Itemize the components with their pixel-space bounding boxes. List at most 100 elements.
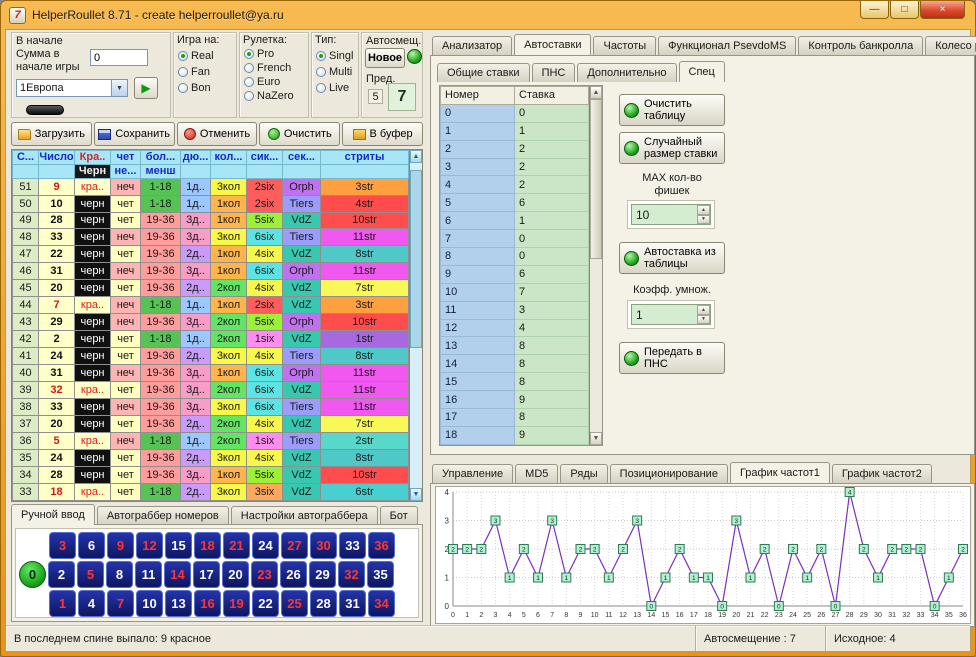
sub-tabs-item-1[interactable]: ПНС bbox=[532, 63, 576, 82]
scroll-thumb[interactable] bbox=[590, 99, 602, 259]
numpad-cell-6[interactable]: 6 bbox=[78, 532, 105, 559]
spin-row[interactable]: 365кра..неч1-181д..2кол1sixTiers2str bbox=[13, 433, 409, 450]
spin-table-scrollbar[interactable]: ▲ ▼ bbox=[409, 150, 422, 501]
sub-tabs-item-2[interactable]: Дополнительно bbox=[577, 63, 676, 82]
numpad-cell-20[interactable]: 20 bbox=[222, 561, 249, 588]
radio-option[interactable]: Real bbox=[178, 50, 236, 62]
transfer-to-pns-button[interactable]: Передать в ПНС bbox=[619, 342, 725, 374]
radio-option[interactable]: Euro bbox=[244, 76, 308, 88]
bets-row[interactable]: 70 bbox=[441, 230, 589, 248]
bets-row[interactable]: 158 bbox=[441, 373, 589, 391]
radio-option[interactable]: Live bbox=[316, 82, 358, 94]
sub-tabs-item-3[interactable]: Спец bbox=[679, 61, 725, 82]
bets-table-scrollbar[interactable]: ▲ ▼ bbox=[589, 86, 602, 445]
spin-row[interactable]: 519кра..неч1-181д..3кол2sixOrph3str bbox=[13, 178, 409, 195]
numpad-cell-30[interactable]: 30 bbox=[310, 532, 337, 559]
random-stake-button[interactable]: Случайный размер ставки bbox=[619, 132, 725, 164]
toolbar-clipboard-button[interactable]: В буфер bbox=[342, 122, 423, 146]
numpad-cell-12[interactable]: 12 bbox=[136, 532, 163, 559]
radio-option[interactable]: French bbox=[244, 62, 308, 74]
spin-up-icon[interactable]: ▲ bbox=[697, 305, 710, 315]
spin-row[interactable]: 4031черннеч19-363д..1кол6sixOrph11str bbox=[13, 365, 409, 382]
toolbar-undo-button[interactable]: Отменить bbox=[177, 122, 258, 146]
numpad-cell-25[interactable]: 25 bbox=[281, 590, 308, 617]
numpad-cell-11[interactable]: 11 bbox=[135, 561, 162, 588]
numpad-cell-32[interactable]: 32 bbox=[338, 561, 365, 588]
numpad-cell-8[interactable]: 8 bbox=[106, 561, 133, 588]
main-tabs-item-2[interactable]: Частоты bbox=[593, 36, 656, 55]
spin-row[interactable]: 3932кра..чет19-363д..2кол6sixVdZ11str bbox=[13, 382, 409, 399]
scroll-down-icon[interactable]: ▼ bbox=[590, 432, 602, 445]
autoshift-icon[interactable] bbox=[407, 49, 422, 64]
bets-row[interactable]: 113 bbox=[441, 301, 589, 319]
game-select[interactable]: 1Европа ▼ bbox=[16, 79, 128, 97]
bets-row[interactable]: 148 bbox=[441, 355, 589, 373]
numpad-cell-9[interactable]: 9 bbox=[107, 532, 134, 559]
numpad-cell-3[interactable]: 3 bbox=[49, 532, 76, 559]
toolbar-save-button[interactable]: Сохранить bbox=[94, 122, 175, 146]
bets-row[interactable]: 42 bbox=[441, 176, 589, 194]
toolbar-clear-button[interactable]: Очистить bbox=[259, 122, 340, 146]
spin-row[interactable]: 3524чернчет19-362д..3кол4sixVdZ8str bbox=[13, 450, 409, 467]
scroll-track[interactable] bbox=[410, 163, 422, 488]
radio-option[interactable]: Singl bbox=[316, 50, 358, 62]
spin-up-icon[interactable]: ▲ bbox=[697, 205, 710, 215]
bets-row[interactable]: 178 bbox=[441, 409, 589, 427]
chart-tabs-item-3[interactable]: Позиционирование bbox=[610, 464, 728, 483]
numpad-cell-36[interactable]: 36 bbox=[368, 532, 395, 559]
chevron-down-icon[interactable]: ▼ bbox=[111, 80, 127, 96]
chart-tabs-item-5[interactable]: График частот2 bbox=[832, 464, 932, 483]
numpad-cell-26[interactable]: 26 bbox=[280, 561, 307, 588]
spin-row[interactable]: 3318кра..чет1-182д..3кол3sixVdZ6str bbox=[13, 484, 409, 501]
chart-tabs-item-0[interactable]: Управление bbox=[432, 464, 513, 483]
autobet-from-table-button[interactable]: Автоставка из таблицы bbox=[619, 242, 725, 274]
bets-row[interactable]: 138 bbox=[441, 337, 589, 355]
main-tabs-item-0[interactable]: Анализатор bbox=[432, 36, 512, 55]
numpad-cell-23[interactable]: 23 bbox=[251, 561, 278, 588]
bets-row[interactable]: 56 bbox=[441, 194, 589, 212]
spin-row[interactable]: 3428чернчет19-363д..1кол5sixVdZ10str bbox=[13, 467, 409, 484]
numpad-cell-16[interactable]: 16 bbox=[194, 590, 221, 617]
numpad-cell-35[interactable]: 35 bbox=[367, 561, 394, 588]
toolbar-open-folder-button[interactable]: Загрузить bbox=[11, 122, 92, 146]
left-tabs-item-2[interactable]: Настройки автограббера bbox=[231, 506, 378, 525]
bets-row[interactable]: 80 bbox=[441, 248, 589, 266]
new-button[interactable]: Новое bbox=[365, 48, 405, 68]
left-tabs-item-3[interactable]: Бот bbox=[380, 506, 418, 525]
scroll-up-icon[interactable]: ▲ bbox=[590, 86, 602, 99]
numpad-cell-19[interactable]: 19 bbox=[223, 590, 250, 617]
spin-row[interactable]: 5010чернчет1-181д..1кол2sixTiers4str bbox=[13, 195, 409, 212]
start-sum-input[interactable] bbox=[90, 49, 148, 66]
spin-row[interactable]: 4520чернчет19-362д..2кол4sixVdZ7str bbox=[13, 280, 409, 297]
radio-option[interactable]: NaZero bbox=[244, 90, 308, 102]
spin-row[interactable]: 3833черннеч19-363д..3кол6sixTiers11str bbox=[13, 399, 409, 416]
bets-row[interactable]: 169 bbox=[441, 391, 589, 409]
numpad-cell-0[interactable]: 0 bbox=[19, 561, 46, 588]
main-tabs-item-5[interactable]: Колесо ру bbox=[925, 36, 976, 55]
spin-row[interactable]: 4928чернчет19-363д..1кол5sixVdZ10str bbox=[13, 212, 409, 229]
numpad-cell-4[interactable]: 4 bbox=[78, 590, 105, 617]
chart-tabs-item-2[interactable]: Ряды bbox=[560, 464, 607, 483]
numpad-cell-22[interactable]: 22 bbox=[252, 590, 279, 617]
bets-row[interactable]: 96 bbox=[441, 265, 589, 283]
bets-row[interactable]: 189 bbox=[441, 426, 589, 444]
sub-tabs-item-0[interactable]: Общие ставки bbox=[437, 63, 530, 82]
numpad-cell-18[interactable]: 18 bbox=[194, 532, 221, 559]
spin-row[interactable]: 4329черннеч19-363д..2кол5sixOrph10str bbox=[13, 314, 409, 331]
chart-tabs-item-4[interactable]: График частот1 bbox=[730, 462, 830, 483]
numpad-cell-34[interactable]: 34 bbox=[368, 590, 395, 617]
main-tabs-item-1[interactable]: Автоставки bbox=[514, 34, 591, 55]
chart-tabs-item-1[interactable]: MD5 bbox=[515, 464, 558, 483]
radio-option[interactable]: Bon bbox=[178, 82, 236, 94]
max-chips-spinner[interactable]: 10 ▲ ▼ bbox=[631, 204, 711, 225]
left-tabs-item-1[interactable]: Автограббер номеров bbox=[97, 506, 229, 525]
numpad-cell-15[interactable]: 15 bbox=[165, 532, 192, 559]
collapsed-pill-button[interactable] bbox=[26, 105, 64, 115]
numpad-cell-7[interactable]: 7 bbox=[107, 590, 134, 617]
minimize-button[interactable]: — bbox=[860, 1, 889, 19]
spin-row[interactable]: 4833черннеч19-363д..3кол6sixTiers11str bbox=[13, 229, 409, 246]
close-button[interactable]: × bbox=[920, 1, 965, 19]
numpad-cell-5[interactable]: 5 bbox=[77, 561, 104, 588]
clear-table-button[interactable]: Очистить таблицу bbox=[619, 94, 725, 126]
bets-row[interactable]: 22 bbox=[441, 140, 589, 158]
